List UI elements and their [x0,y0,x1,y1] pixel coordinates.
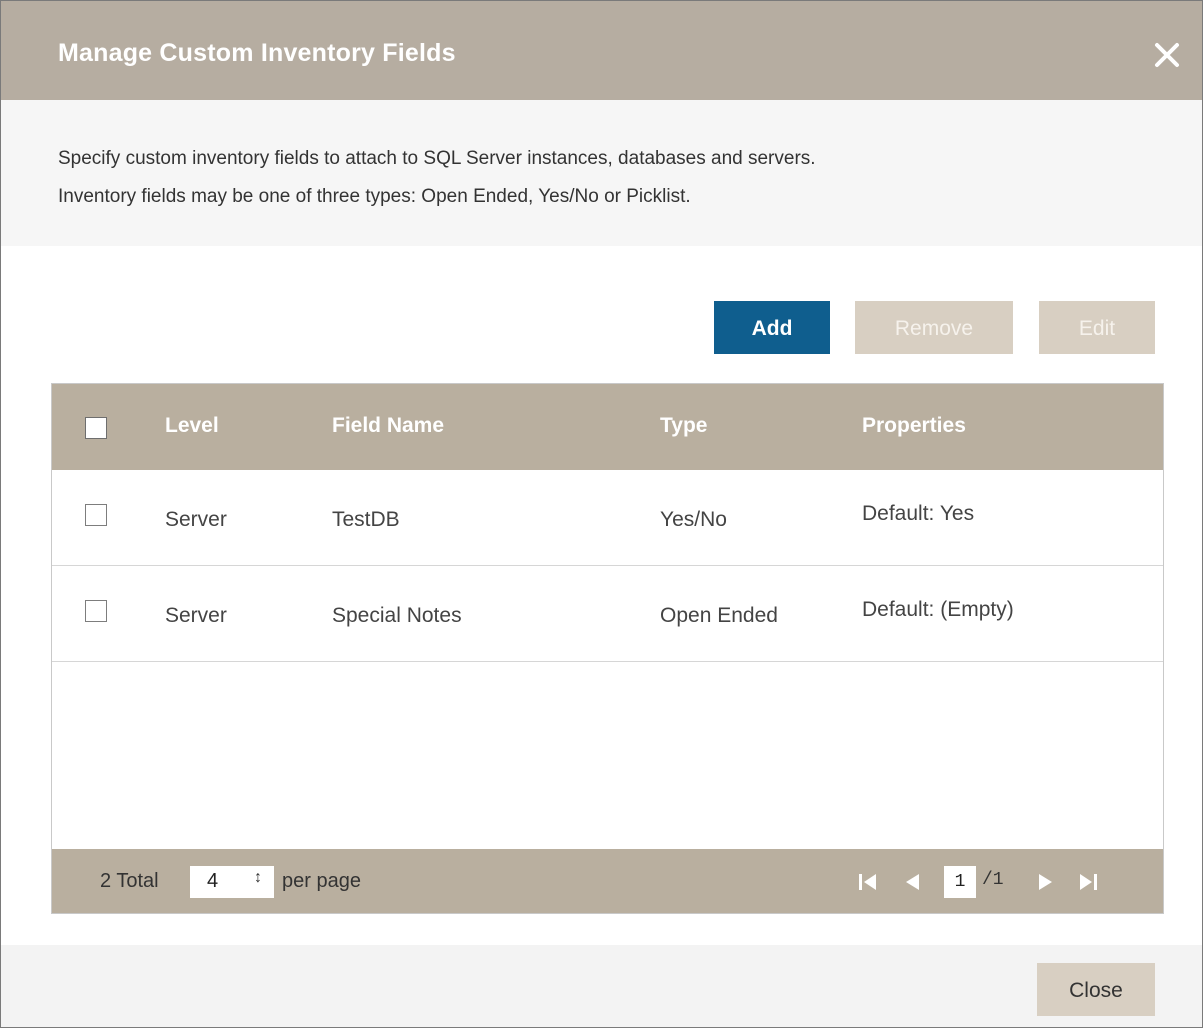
row-checkbox[interactable] [85,504,107,526]
cell-type: Open Ended [660,604,778,627]
close-button[interactable]: Close [1037,963,1155,1016]
dialog-title: Manage Custom Inventory Fields [58,39,456,67]
remove-button[interactable]: Remove [855,301,1013,354]
close-icon[interactable] [1149,37,1185,73]
manage-custom-inventory-fields-dialog: Manage Custom Inventory Fields Specify c… [0,0,1203,1028]
cell-field-name: TestDB [332,508,400,531]
cell-field-name: Special Notes [332,604,462,627]
inventory-fields-grid: Level Field Name Type Properties Server … [51,383,1164,914]
page-size-value: 4 [207,870,219,892]
total-count: 2 Total [100,870,159,892]
table-row[interactable]: Server TestDB Yes/No Default: Yes [52,470,1163,566]
edit-button[interactable]: Edit [1039,301,1155,354]
description-line-2: Inventory fields may be one of three typ… [58,186,691,207]
page-count: /1 [982,870,1004,890]
cell-level: Server [165,604,227,627]
column-header-type[interactable]: Type [660,414,707,438]
cell-properties: Default: (Empty) [862,598,1014,621]
current-page-input[interactable]: 1 [944,866,976,898]
description-line-1: Specify custom inventory fields to attac… [58,148,816,169]
column-header-properties[interactable]: Properties [862,414,966,438]
previous-page-icon[interactable] [901,871,923,893]
column-header-field-name[interactable]: Field Name [332,414,444,438]
grid-header: Level Field Name Type Properties [52,384,1163,470]
row-checkbox[interactable] [85,600,107,622]
first-page-icon[interactable] [857,871,879,893]
description-panel: Specify custom inventory fields to attac… [1,100,1202,246]
dialog-titlebar: Manage Custom Inventory Fields [1,1,1202,100]
column-header-level[interactable]: Level [165,414,219,438]
grid-pager: 2 Total 4 ↕ per page 1 /1 [52,849,1163,913]
add-button[interactable]: Add [714,301,830,354]
next-page-icon[interactable] [1035,871,1057,893]
select-all-checkbox[interactable] [85,417,107,439]
dialog-footer: Close [1,945,1202,1027]
last-page-icon[interactable] [1077,871,1099,893]
cell-type: Yes/No [660,508,727,531]
per-page-label: per page [282,870,361,892]
page-size-stepper[interactable]: 4 ↕ [190,866,274,898]
spinner-icon[interactable]: ↕ [254,869,262,887]
cell-level: Server [165,508,227,531]
cell-properties: Default: Yes [862,502,975,525]
table-row[interactable]: Server Special Notes Open Ended Default:… [52,566,1163,662]
